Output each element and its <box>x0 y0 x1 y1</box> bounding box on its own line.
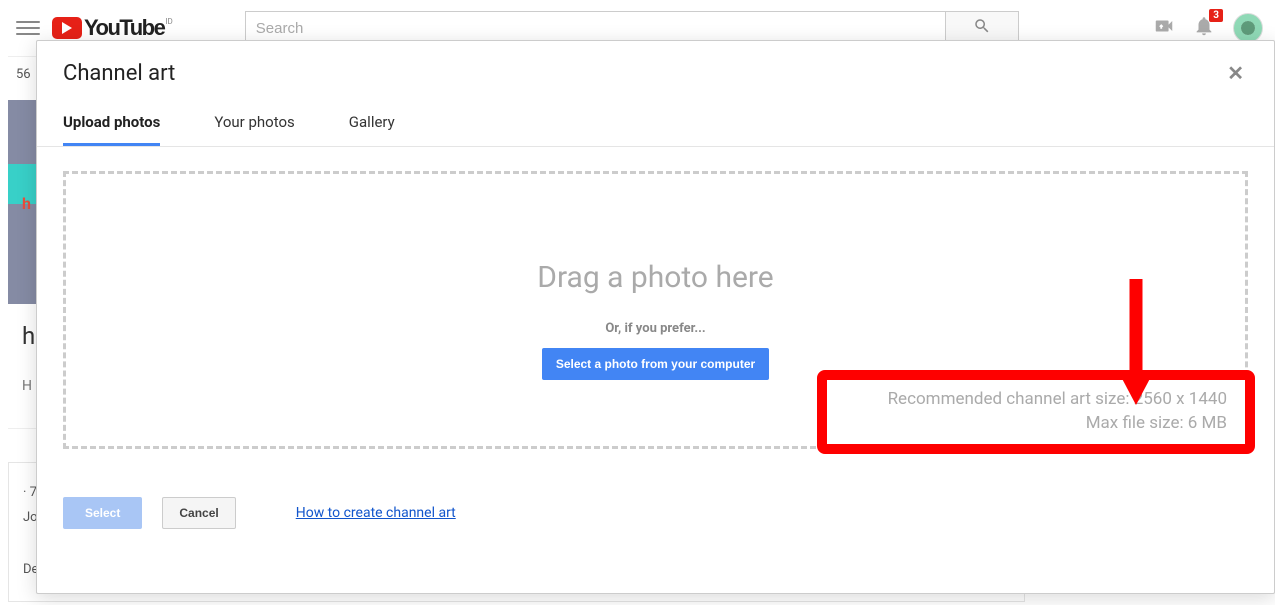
close-icon[interactable]: ✕ <box>1223 57 1248 89</box>
tab-gallery[interactable]: Gallery <box>349 113 395 146</box>
notification-badge: 3 <box>1209 9 1223 22</box>
avatar[interactable] <box>1233 13 1263 43</box>
select-photo-button[interactable]: Select a photo from your computer <box>542 348 769 380</box>
drag-prompt: Drag a photo here <box>537 260 773 295</box>
cancel-button[interactable]: Cancel <box>162 497 235 529</box>
select-button[interactable]: Select <box>63 497 142 529</box>
region-code: ID <box>165 17 172 26</box>
search-icon <box>973 17 991 39</box>
notifications-button[interactable]: 3 <box>1193 15 1215 41</box>
play-icon <box>52 17 82 39</box>
channel-art-modal: Channel art ✕ Upload photos Your photos … <box>36 40 1275 594</box>
tab-upload-photos[interactable]: Upload photos <box>63 113 160 146</box>
logo-text: YouTube <box>84 15 164 41</box>
upload-video-icon[interactable] <box>1153 15 1175 41</box>
bell-icon <box>1193 22 1215 41</box>
modal-title: Channel art <box>63 61 175 86</box>
tab-your-photos[interactable]: Your photos <box>214 113 294 146</box>
modal-tabs: Upload photos Your photos Gallery <box>37 89 1274 147</box>
annotation-arrow-icon <box>1114 275 1158 405</box>
help-link[interactable]: How to create channel art <box>296 505 456 521</box>
or-prompt: Or, if you prefer... <box>605 321 705 336</box>
upload-dropzone[interactable]: Drag a photo here Or, if you prefer... S… <box>63 171 1248 449</box>
youtube-logo[interactable]: YouTube ID <box>52 13 173 43</box>
bg-banner-text: h <box>22 194 31 213</box>
hamburger-menu-icon[interactable] <box>16 16 40 40</box>
annotation-highlight-rect <box>817 370 1255 454</box>
